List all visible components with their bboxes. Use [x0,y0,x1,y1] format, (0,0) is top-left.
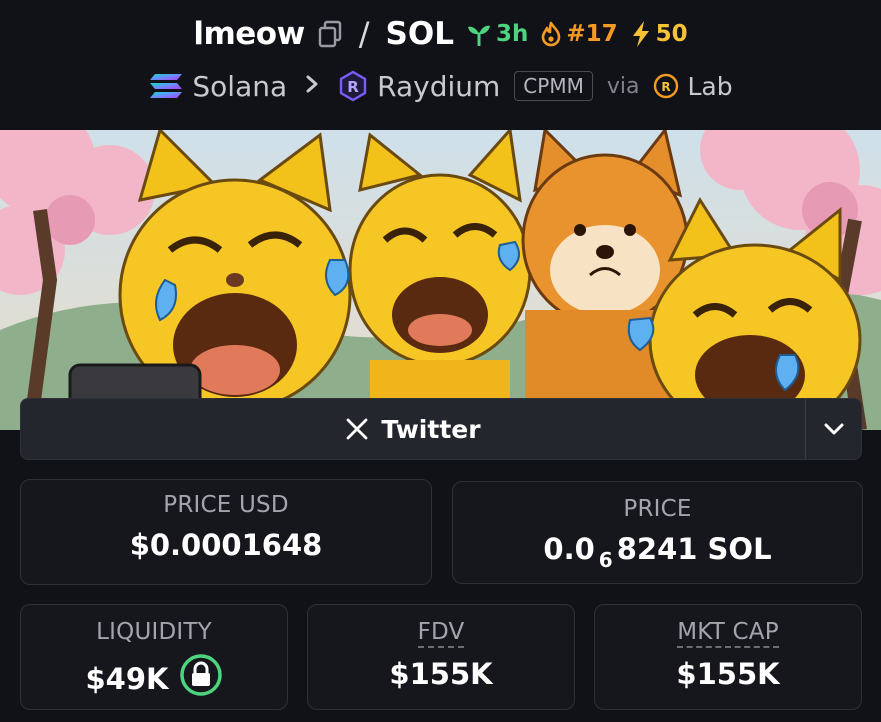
raydium-logo-icon: R [339,70,367,102]
twitter-label: Twitter [381,414,481,444]
via-label: via [606,73,640,99]
market-cap-value: $155K [676,657,780,691]
price-native-unit: SOL [707,532,772,566]
quote-symbol: SOL [385,16,454,52]
price-usd-label: PRICE USD [163,492,289,518]
token-symbol: lmeow [193,16,305,52]
token-banner-image [0,130,881,430]
age-value: 3h [495,21,529,47]
socials-bar: Twitter [20,398,862,460]
boosts-value: 50 [655,21,688,47]
pair-title-row: lmeow / SOL 3h #17 50 [0,12,881,56]
price-native-value: 0.0 6 8241 SOL [453,532,862,572]
fdv-value: $155K [389,657,493,691]
price-usd-value: $0.0001648 [129,528,323,562]
chain-name: Solana [192,69,288,103]
solana-logo-icon [150,74,183,98]
price-native-label: PRICE [623,496,692,522]
dex-name: Raydium [377,69,501,103]
rank-value: #17 [566,21,618,47]
liquidity-label: LIQUIDITY [96,619,212,645]
launchpad-name: Lab [687,71,733,101]
lightning-icon [632,21,649,47]
chevron-down-icon [824,423,843,435]
liquidity-card: LIQUIDITY $49K [20,604,288,710]
fdv-label: FDV [417,619,465,648]
dex-link[interactable]: R Raydium [337,70,500,103]
price-native-prefix: 0.0 [543,532,595,566]
pool-type-badge: CPMM [514,71,593,101]
boosts-badge[interactable]: 50 [630,20,688,48]
pair-separator: / [358,15,370,53]
seedling-icon [467,25,490,46]
trending-rank-badge[interactable]: #17 [540,21,618,47]
chevron-right-icon [305,71,319,101]
socials-expand-toggle[interactable] [805,399,861,459]
svg-text:R: R [662,80,671,94]
raydium-lab-logo-icon: R [654,73,679,99]
age-badge: 3h [466,21,528,47]
price-usd-card: PRICE USD $0.0001648 [20,479,432,585]
chain-link[interactable]: Solana [148,70,287,103]
lock-icon[interactable] [179,653,223,704]
price-native-zero-count: 6 [598,548,613,572]
pair-header: lmeow / SOL 3h #17 50 Solana R Raydium C… [0,0,881,130]
twitter-button[interactable]: Twitter [21,399,805,459]
liquidity-value: $49K [85,661,169,696]
fdv-card[interactable]: FDV $155K [307,604,575,710]
flame-icon [542,21,561,47]
price-native-digits: 8241 [616,532,698,566]
liquidity-value-row: $49K [21,653,287,704]
breadcrumb: Solana R Raydium CPMM via R Lab [0,64,881,108]
x-logo-icon [347,418,368,440]
market-cap-card[interactable]: MKT CAP $155K [594,604,862,710]
copy-icon[interactable] [317,20,343,48]
svg-text:R: R [347,78,359,96]
launchpad-link[interactable]: R Lab [653,71,733,101]
market-cap-label: MKT CAP [677,619,779,648]
price-native-card: PRICE 0.0 6 8241 SOL [452,481,863,584]
